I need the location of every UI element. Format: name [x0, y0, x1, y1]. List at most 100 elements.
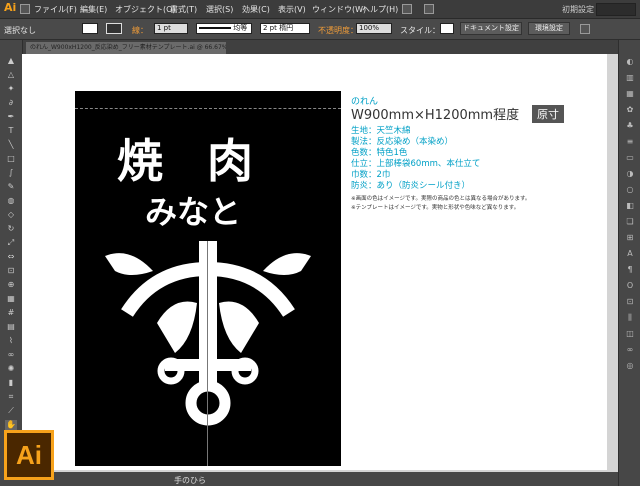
- menu-bar: Ai ファイル(F) 編集(E) オブジェクト(O) 書式(T) 選択(S) 効…: [0, 0, 640, 19]
- screen-mode-icon[interactable]: [424, 4, 434, 14]
- notes: ※画面の色はイメージです。実際の商品の色とは異なる場合があります。 ※テンプレー…: [351, 195, 601, 213]
- illustrator-logo: Ai: [4, 430, 54, 480]
- panel-menu-icon[interactable]: [580, 24, 590, 34]
- selection-status: 選択なし: [4, 26, 36, 35]
- layers-panel-icon[interactable]: ❏: [624, 216, 636, 227]
- paragraph-panel-icon[interactable]: ¶: [624, 264, 636, 275]
- stroke-label[interactable]: 線：: [132, 25, 148, 36]
- free-transform-icon[interactable]: ⊡: [5, 266, 17, 276]
- menu-window[interactable]: ウィンドウ(W): [312, 4, 366, 15]
- gradient-tool-icon[interactable]: ▤: [5, 322, 17, 332]
- navigator-panel-icon[interactable]: ◎: [624, 360, 636, 371]
- preferences-button[interactable]: 環境設定: [528, 22, 570, 35]
- document-tab[interactable]: のれん_W900xH1200_反応染め_フリー素材テンプレート.ai @ 66.…: [26, 42, 226, 54]
- graphic-style-swatch[interactable]: [440, 23, 454, 34]
- fill-swatch[interactable]: [82, 23, 98, 34]
- panel-dock: ◐ ▥ ▦ ✿ ♣ ≡ ▭ ◑ ○ ◧ ❏ ⊞ A ¶ O ⊡ ⫼ ◫ ∞ ◎: [618, 40, 640, 486]
- align-panel-icon[interactable]: ⫼: [624, 312, 636, 323]
- menu-view[interactable]: 表示(V): [278, 4, 306, 15]
- spec-item-method: 製法：反応染め（本染め）: [351, 137, 454, 147]
- type-tool-icon[interactable]: T: [5, 126, 17, 136]
- anchor-emblem: [105, 241, 311, 426]
- stroke-swatch[interactable]: [106, 23, 122, 34]
- color-guide-icon[interactable]: ▥: [624, 72, 636, 83]
- selection-tool-icon[interactable]: ▲: [5, 56, 17, 66]
- spec-item-flameproof: 防炎：あり（防炎シール付き）: [351, 181, 471, 191]
- stroke-weight-field[interactable]: 1 pt: [154, 23, 188, 34]
- links-panel-icon[interactable]: ∞: [624, 344, 636, 355]
- eraser-icon[interactable]: ◇: [5, 210, 17, 220]
- stroke-profile-value: 均等: [233, 24, 248, 32]
- gradient-panel-icon[interactable]: ▭: [624, 152, 636, 163]
- brushes-panel-icon[interactable]: ✿: [624, 104, 636, 115]
- menu-effect[interactable]: 効果(C): [242, 4, 270, 15]
- stroke-panel-icon[interactable]: ≡: [624, 136, 636, 147]
- width-tool-icon[interactable]: ⇔: [5, 252, 17, 262]
- graphic-styles-icon[interactable]: ◧: [624, 200, 636, 211]
- blob-brush-icon[interactable]: ◍: [5, 196, 17, 206]
- workspace-switcher[interactable]: 初期設定: [562, 4, 594, 15]
- stroke-line-preview: [199, 27, 231, 29]
- actual-size-badge: 原寸: [532, 105, 564, 123]
- spec-item-finish: 仕立：上部棒袋60mm、本仕立て: [351, 159, 481, 169]
- rectangle-tool-icon[interactable]: □: [5, 154, 17, 164]
- artboard-tool-icon[interactable]: ⌗: [5, 392, 17, 402]
- transparency-panel-icon[interactable]: ◑: [624, 168, 636, 179]
- symbol-sprayer-icon[interactable]: ✺: [5, 364, 17, 374]
- spec-list: 生地：天竺木綿 製法：反応染め（本染め） 色数：特色1色 仕立：上部棒袋60mm…: [351, 126, 480, 192]
- brush-definition-dropdown[interactable]: 2 pt 楕円: [260, 23, 310, 34]
- character-panel-icon[interactable]: A: [624, 248, 636, 259]
- bridge-icon[interactable]: [20, 4, 30, 14]
- hand-tool-icon[interactable]: ✋: [5, 420, 17, 430]
- vertical-scrollbar[interactable]: [607, 54, 618, 470]
- style-label: スタイル：: [400, 26, 440, 35]
- transform-panel-icon[interactable]: ⊡: [624, 296, 636, 307]
- arrange-documents-icon[interactable]: [402, 4, 412, 14]
- shape-builder-icon[interactable]: ⊕: [5, 280, 17, 290]
- menu-file[interactable]: ファイル(F): [34, 4, 77, 15]
- paintbrush-icon[interactable]: ∫: [5, 168, 17, 178]
- spec-item-colors: 色数：特色1色: [351, 148, 408, 158]
- app-logo: Ai: [4, 1, 17, 14]
- slice-tool-icon[interactable]: ⟋: [5, 406, 17, 416]
- lasso-icon[interactable]: ∂: [5, 98, 17, 108]
- spec-item-fabric: 生地：天竺木綿: [351, 126, 411, 136]
- control-bar: 選択なし 線： 1 pt 均等 2 pt 楕円 不透明度： 100% スタイル：…: [0, 19, 640, 40]
- rotate-tool-icon[interactable]: ↻: [5, 224, 17, 234]
- pencil-icon[interactable]: ✎: [5, 182, 17, 192]
- opacity-field[interactable]: 100%: [356, 23, 392, 34]
- menu-select[interactable]: 選択(S): [206, 4, 233, 15]
- color-panel-icon[interactable]: ◐: [624, 56, 636, 67]
- note-template: ※テンプレートはイメージです。実物と形状や色味など異なります。: [351, 205, 520, 211]
- blend-tool-icon[interactable]: ∞: [5, 350, 17, 360]
- perspective-grid-icon[interactable]: ▦: [5, 294, 17, 304]
- appearance-panel-icon[interactable]: ○: [624, 184, 636, 195]
- pathfinder-panel-icon[interactable]: ◫: [624, 328, 636, 339]
- graph-tool-icon[interactable]: ▮: [5, 378, 17, 388]
- artboards-panel-icon[interactable]: ⊞: [624, 232, 636, 243]
- search-input[interactable]: [596, 3, 636, 16]
- menu-object[interactable]: オブジェクト(O): [115, 4, 176, 15]
- scale-tool-icon[interactable]: ⤢: [5, 238, 17, 248]
- menu-edit[interactable]: 編集(E): [80, 4, 107, 15]
- symbols-panel-icon[interactable]: ♣: [624, 120, 636, 131]
- noren-artwork: 焼 肉 みなと: [75, 91, 341, 466]
- menu-help[interactable]: ヘルプ(H): [362, 4, 398, 15]
- note-color: ※画面の色はイメージです。実際の商品の色とは異なる場合があります。: [351, 196, 531, 202]
- magic-wand-icon[interactable]: ✦: [5, 84, 17, 94]
- line-tool-icon[interactable]: ╲: [5, 140, 17, 150]
- pen-tool-icon[interactable]: ✒: [5, 112, 17, 122]
- product-size: W900mm×H1200mm程度: [351, 108, 520, 123]
- mesh-tool-icon[interactable]: #: [5, 308, 17, 318]
- opacity-label[interactable]: 不透明度：: [318, 25, 358, 36]
- spec-item-panels: 巾数：2巾: [351, 170, 391, 180]
- status-bar: 手のひら: [22, 472, 618, 486]
- current-tool-status: 手のひら: [174, 476, 206, 485]
- swatches-panel-icon[interactable]: ▦: [624, 88, 636, 99]
- eyedropper-icon[interactable]: ⌇: [5, 336, 17, 346]
- stroke-profile-dropdown[interactable]: 均等: [196, 23, 252, 34]
- menu-type[interactable]: 書式(T): [170, 4, 197, 15]
- document-setup-button[interactable]: ドキュメント設定: [460, 22, 522, 35]
- opentype-panel-icon[interactable]: O: [624, 280, 636, 291]
- direct-selection-tool-icon[interactable]: △: [5, 70, 17, 80]
